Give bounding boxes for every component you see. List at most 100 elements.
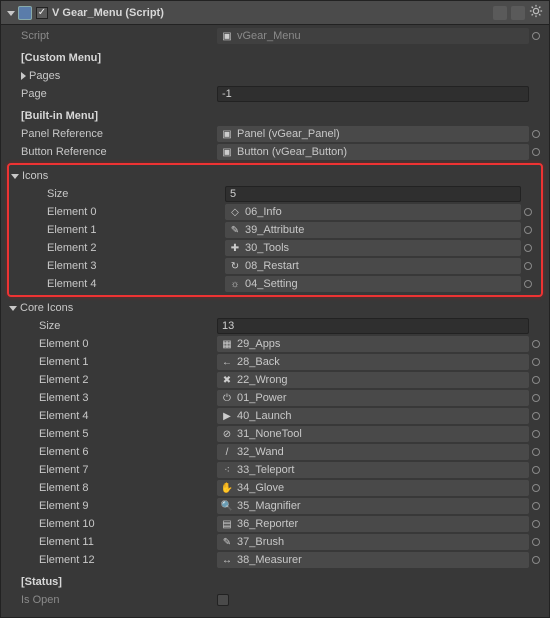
button-ref-label: Button Reference	[7, 146, 217, 158]
sprite-icon: ✚	[229, 242, 241, 254]
core-icons-element-value: 33_Teleport	[237, 464, 295, 476]
enable-checkbox[interactable]: ✓	[36, 7, 48, 19]
object-picker-icon[interactable]	[524, 226, 532, 234]
core-icons-element-field[interactable]: /32_Wand	[217, 444, 529, 460]
sprite-icon: ✎	[229, 224, 241, 236]
core-icons-element-field[interactable]: 🔍 35_Magnifier	[217, 498, 529, 514]
sprite-icon: ↻	[229, 260, 241, 272]
icons-element-value: 08_Restart	[245, 260, 299, 272]
page-input[interactable]: -1	[217, 86, 529, 102]
core-icons-element-label: Element 11	[7, 536, 217, 548]
object-picker-icon[interactable]	[532, 358, 540, 366]
object-picker-icon[interactable]	[532, 148, 540, 156]
icons-element-label: Element 4	[15, 278, 225, 290]
core-icons-element-value: 01_Power	[237, 392, 287, 404]
core-icons-size-input[interactable]: 13	[217, 318, 529, 334]
icons-element-field[interactable]: ◇ 06_Info	[225, 204, 521, 220]
core-icons-element-field[interactable]: ✖ 22_Wrong	[217, 372, 529, 388]
object-picker-icon[interactable]	[532, 556, 540, 564]
core-icons-element-field[interactable]: ✋34_Glove	[217, 480, 529, 496]
object-picker-icon[interactable]	[532, 520, 540, 528]
sprite-icon: ⊘	[221, 428, 233, 440]
section-custom-menu: [Custom Menu]	[7, 52, 217, 64]
section-status: [Status]	[7, 576, 217, 588]
object-picker-icon[interactable]	[524, 244, 532, 252]
core-icons-element-field[interactable]: ✎37_Brush	[217, 534, 529, 550]
sprite-icon: ▦	[221, 338, 233, 350]
core-icons-element-label: Element 12	[7, 554, 217, 566]
core-icons-element-value: 22_Wrong	[237, 374, 288, 386]
object-picker-icon[interactable]	[524, 262, 532, 270]
icons-element-label: Element 0	[15, 206, 225, 218]
highlighted-icons-section: Icons Size 5 Element 0◇06_InfoElement 1✎…	[7, 163, 543, 297]
core-icons-element-field[interactable]: ⊘31_NoneTool	[217, 426, 529, 442]
core-icons-element-field[interactable]: ▦29_Apps	[217, 336, 529, 352]
button-ref-field[interactable]: ▣ Button (vGear_Button)	[217, 144, 529, 160]
core-icons-element-field[interactable]: ▤ 36_Reporter	[217, 516, 529, 532]
sprite-icon: 🔍	[221, 500, 233, 512]
core-icons-element-label: Element 6	[7, 446, 217, 458]
object-picker-icon[interactable]	[524, 208, 532, 216]
sprite-icon: ☼	[229, 278, 241, 290]
object-picker-icon[interactable]	[532, 484, 540, 492]
icons-element-value: 39_Attribute	[245, 224, 304, 236]
component-title: V Gear_Menu (Script)	[52, 7, 493, 19]
core-icons-element-label: Element 1	[7, 356, 217, 368]
icons-element-value: 30_Tools	[245, 242, 289, 254]
core-icons-element-label: Element 2	[7, 374, 217, 386]
icons-element-label: Element 1	[15, 224, 225, 236]
component-header[interactable]: ✓ V Gear_Menu (Script)	[1, 1, 549, 25]
page-label: Page	[7, 88, 217, 100]
object-picker-icon[interactable]	[532, 130, 540, 138]
panel-ref-field[interactable]: ▣ Panel (vGear_Panel)	[217, 126, 529, 142]
core-icons-element-field[interactable]: ▶40_Launch	[217, 408, 529, 424]
object-picker-icon[interactable]	[532, 466, 540, 474]
core-icons-element-value: 28_Back	[237, 356, 280, 368]
section-built-in-menu: [Built-in Menu]	[7, 110, 217, 122]
core-icons-element-value: 40_Launch	[237, 410, 291, 422]
object-picker-icon[interactable]	[532, 448, 540, 456]
gear-icon[interactable]	[529, 4, 543, 21]
preset-icon[interactable]	[511, 6, 525, 20]
core-icons-element-label: Element 0	[7, 338, 217, 350]
core-icons-element-value: 37_Brush	[237, 536, 284, 548]
icons-element-field[interactable]: ↻ 08_Restart	[225, 258, 521, 274]
icons-element-field[interactable]: ☼04_Setting	[225, 276, 521, 292]
pages-foldout[interactable]: Pages	[7, 70, 217, 82]
core-icons-element-value: 36_Reporter	[237, 518, 298, 530]
script-file-icon: ▣	[221, 30, 233, 42]
object-picker-icon[interactable]	[532, 32, 540, 40]
chevron-right-icon	[21, 72, 26, 80]
object-picker-icon[interactable]	[532, 412, 540, 420]
icons-element-field[interactable]: ✎ 39_Attribute	[225, 222, 521, 238]
core-icons-element-value: 32_Wand	[237, 446, 284, 458]
foldout-icon[interactable]	[7, 11, 15, 16]
icons-size-input[interactable]: 5	[225, 186, 521, 202]
icons-element-label: Element 2	[15, 242, 225, 254]
object-picker-icon[interactable]	[532, 430, 540, 438]
core-icons-element-field[interactable]: ⏻01_Power	[217, 390, 529, 406]
core-icons-element-value: 35_Magnifier	[237, 500, 301, 512]
script-field: ▣ vGear_Menu	[217, 28, 529, 44]
core-icons-element-label: Element 7	[7, 464, 217, 476]
icons-element-field[interactable]: ✚ 30_Tools	[225, 240, 521, 256]
icons-foldout[interactable]: Icons	[11, 170, 221, 182]
help-icon[interactable]	[493, 6, 507, 20]
sprite-icon: ◇	[229, 206, 241, 218]
is-open-checkbox[interactable]	[217, 594, 229, 606]
core-icons-element-field[interactable]: ⁖33_Teleport	[217, 462, 529, 478]
sprite-icon: ✖	[221, 374, 233, 386]
core-icons-foldout[interactable]: Core Icons	[9, 302, 219, 314]
object-picker-icon[interactable]	[532, 340, 540, 348]
object-picker-icon[interactable]	[524, 280, 532, 288]
core-icons-element-value: 38_Measurer	[237, 554, 302, 566]
core-icons-element-field[interactable]: ←28_Back	[217, 354, 529, 370]
core-icons-element-value: 34_Glove	[237, 482, 284, 494]
object-picker-icon[interactable]	[532, 394, 540, 402]
sprite-icon: ▤	[221, 518, 233, 530]
object-picker-icon[interactable]	[532, 376, 540, 384]
object-picker-icon[interactable]	[532, 502, 540, 510]
object-picker-icon[interactable]	[532, 538, 540, 546]
core-icons-element-field[interactable]: ↔38_Measurer	[217, 552, 529, 568]
icons-element-value: 06_Info	[245, 206, 282, 218]
